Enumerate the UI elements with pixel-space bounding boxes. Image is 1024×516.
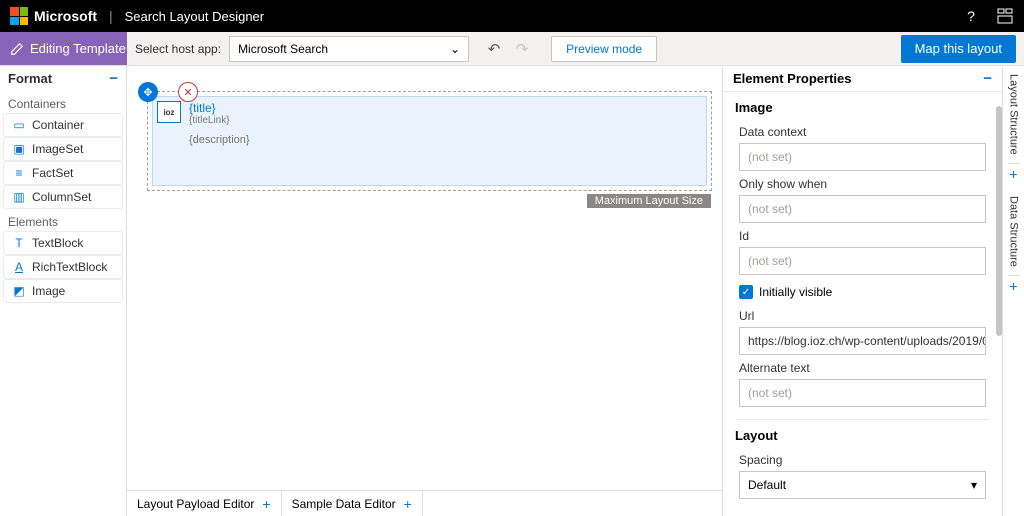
palette-image[interactable]: ◩Image [4, 280, 122, 302]
elements-group-label: Elements [0, 209, 126, 231]
tab-data-structure[interactable]: Data Structure [1008, 188, 1020, 276]
design-canvas[interactable]: ✥ ✕ ioz {title} {titleLink} {description… [127, 66, 722, 516]
url-label: Url [723, 303, 1002, 327]
card-title-link[interactable]: {titleLink} [189, 115, 702, 126]
tab-layout-payload-editor[interactable]: Layout Payload Editor + [127, 491, 282, 516]
plus-icon[interactable]: + [262, 496, 270, 512]
max-layout-size-badge: Maximum Layout Size [587, 194, 711, 208]
container-icon: ▭ [12, 118, 26, 132]
alternate-text-input[interactable]: (not set) [739, 379, 986, 407]
feedback-icon[interactable] [996, 7, 1014, 25]
card-description[interactable]: {description} [189, 134, 702, 146]
data-context-label: Data context [723, 119, 1002, 143]
minus-icon[interactable]: − [109, 70, 118, 87]
format-panel: Format − Containers ▭Container ▣ImageSet… [0, 66, 127, 516]
host-app-select[interactable]: Microsoft Search ⌄ [229, 36, 469, 62]
editing-template-label: Editing Template [30, 41, 126, 56]
containers-group-label: Containers [0, 91, 126, 113]
spacing-label: Spacing [723, 447, 1002, 471]
tab-sample-data-editor[interactable]: Sample Data Editor + [282, 491, 423, 516]
textblock-icon: T [12, 236, 26, 250]
divider: | [109, 8, 113, 24]
delete-handle-icon[interactable]: ✕ [178, 82, 198, 102]
product-label: Search Layout Designer [125, 9, 264, 24]
layout-section-title: Layout [723, 420, 1002, 447]
only-show-when-input[interactable]: (not set) [739, 195, 986, 223]
minus-icon[interactable]: − [983, 70, 992, 87]
toolbar: Editing Template Select host app: Micros… [0, 32, 1024, 66]
card-image-element[interactable]: ioz [157, 101, 181, 123]
columnset-icon: ▥ [12, 190, 26, 204]
element-properties-header[interactable]: Element Properties − [723, 66, 1002, 92]
scrollbar-thumb[interactable] [996, 106, 1002, 336]
help-icon[interactable]: ? [962, 7, 980, 25]
preview-mode-button[interactable]: Preview mode [551, 36, 657, 62]
bottom-tabs: Layout Payload Editor + Sample Data Edit… [127, 490, 722, 516]
editing-template-badge: Editing Template [0, 32, 127, 65]
plus-icon[interactable]: + [404, 496, 412, 512]
imageset-icon: ▣ [12, 142, 26, 156]
url-input[interactable]: https://blog.ioz.ch/wp-content/uploads/2… [739, 327, 986, 355]
image-section-title: Image [723, 92, 1002, 119]
only-show-when-label: Only show when [723, 171, 1002, 195]
initially-visible-row[interactable]: ✓ Initially visible [723, 275, 1002, 303]
main-area: Format − Containers ▭Container ▣ImageSet… [0, 66, 1024, 516]
palette-textblock[interactable]: TTextBlock [4, 232, 122, 254]
brand-label: Microsoft [34, 8, 97, 24]
map-layout-button[interactable]: Map this layout [901, 35, 1016, 63]
side-tabs: Layout Structure + Data Structure + [1002, 66, 1024, 516]
undo-button[interactable]: ↶ [483, 38, 505, 60]
element-properties-panel: Element Properties − Image Data context … [722, 66, 1002, 516]
id-label: Id [723, 223, 1002, 247]
card-title[interactable]: {title} [189, 101, 702, 115]
plus-icon[interactable]: + [1009, 278, 1017, 294]
checkbox-checked-icon[interactable]: ✓ [739, 285, 753, 299]
chevron-down-icon: ⌄ [450, 42, 460, 56]
move-handle-icon[interactable]: ✥ [138, 82, 158, 102]
initially-visible-label: Initially visible [759, 285, 832, 299]
palette-factset[interactable]: ≡FactSet [4, 162, 122, 184]
palette-richtextblock[interactable]: ARichTextBlock [4, 256, 122, 278]
palette-container[interactable]: ▭Container [4, 114, 122, 136]
plus-icon[interactable]: + [1009, 166, 1017, 182]
top-bar: Microsoft | Search Layout Designer ? [0, 0, 1024, 32]
tab-layout-structure[interactable]: Layout Structure [1008, 66, 1020, 164]
format-header[interactable]: Format − [0, 66, 126, 91]
redo-button[interactable]: ↷ [511, 38, 533, 60]
host-app-value: Microsoft Search [238, 42, 328, 56]
factset-icon: ≡ [12, 166, 26, 180]
alternate-text-label: Alternate text [723, 355, 1002, 379]
data-context-input[interactable]: (not set) [739, 143, 986, 171]
image-icon: ◩ [12, 284, 26, 298]
id-input[interactable]: (not set) [739, 247, 986, 275]
palette-imageset[interactable]: ▣ImageSet [4, 138, 122, 160]
card-container[interactable]: ✥ ✕ ioz {title} {titleLink} {description… [147, 91, 712, 191]
palette-columnset[interactable]: ▥ColumnSet [4, 186, 122, 208]
caret-down-icon: ▾ [971, 478, 977, 492]
richtext-icon: A [12, 260, 26, 274]
microsoft-logo-icon [10, 7, 28, 25]
spacing-select[interactable]: Default ▾ [739, 471, 986, 499]
host-app-label: Select host app: [135, 42, 221, 56]
pencil-icon [10, 42, 24, 56]
